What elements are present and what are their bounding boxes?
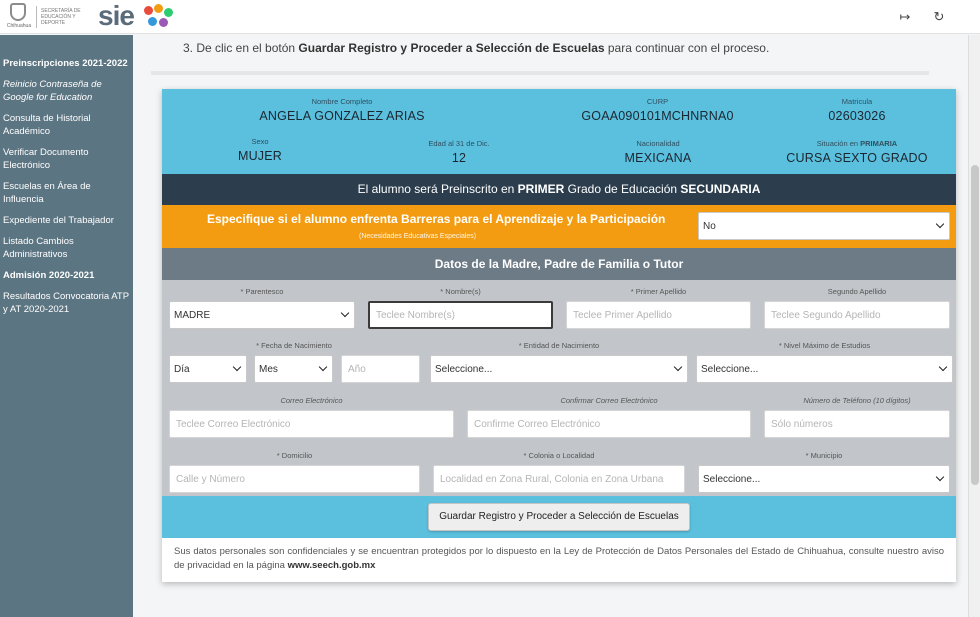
sidebar-item-preinscripciones[interactable]: Preinscripciones 2021-2022 [0,55,133,72]
dia-select[interactable]: Día [169,355,247,383]
sidebar: Preinscripciones 2021-2022 Reinicio Cont… [0,35,133,617]
telefono-label: Número de Teléfono (10 dígitos) [803,396,911,405]
chevron-down-icon [318,362,328,372]
segundo-apellido-input[interactable]: Teclee Segundo Apellido [764,301,950,329]
secretaria-logo-text: SECRETARÍA DE EDUCACIÓN Y DEPORTE [41,8,81,26]
student-sexo-field: Sexo MUJER [237,137,283,163]
sidebar-item-verificar-documento[interactable]: Verificar Documento Electrónico [0,144,133,174]
colonia-input[interactable]: Localidad en Zona Rural, Colonia en Zona… [433,465,685,493]
sidebar-item-admision[interactable]: Admisión 2020-2021 [0,267,133,284]
anio-input[interactable]: Año [341,355,420,383]
sidebar-item-expediente[interactable]: Expediente del Trabajador [0,212,133,229]
entidad-nacimiento-label: * Entidad de Nacimiento [518,341,600,350]
registration-card: Nombre Completo ANGELA GONZALEZ ARIAS CU… [162,89,956,582]
primer-apellido-label: * Primer Apellido [630,287,687,296]
exit-icon[interactable]: ↦ [896,8,914,26]
action-bar: Guardar Registro y Proceder a Selección … [162,496,956,538]
sie-logo-dots-icon [140,4,176,30]
student-curp-field: CURP GOAA090101MCHNRNA0 [581,97,734,123]
instruction-text: 3. De clic en el botón Guardar Registro … [183,41,770,55]
nivel-estudios-label: * Nivel Máximo de Estudios [778,341,871,350]
segundo-apellido-label: Segundo Apellido [827,287,887,296]
sidebar-item-reinicio-contrasena[interactable]: Reinicio Contraseña de Google for Educat… [0,76,133,106]
student-name-field: Nombre Completo ANGELA GONZALEZ ARIAS [259,97,425,123]
parentesco-select[interactable]: MADRE [169,301,355,329]
sidebar-item-resultados-convocatoria[interactable]: Resultados Convocatoria ATP y AT 2020-20… [0,288,133,318]
student-matricula-field: Matricula 02603026 [828,97,886,123]
domicilio-input[interactable]: Calle y Número [169,465,420,493]
student-nacionalidad-field: Nacionalidad MEXICANA [624,139,692,165]
correo-label: Correo Electrónico [280,396,343,405]
student-situacion-field: Situación en PRIMARIA CURSA SEXTO GRADO [786,139,928,165]
sidebar-item-escuelas-area[interactable]: Escuelas en Área de Influencia [0,178,133,208]
student-edad-field: Edad al 31 de Dic. 12 [428,139,490,165]
chevron-down-icon [340,308,350,318]
domicilio-label: * Domicilio [276,451,313,460]
parent-section: Datos de la Madre, Padre de Familia o Tu… [162,248,956,496]
confirmar-correo-input[interactable]: Confirme Correo Electrónico [467,410,751,438]
parentesco-label: * Parentesco [240,287,284,296]
barriers-title: Especifique si el alumno enfrenta Barrer… [207,212,666,226]
divider [151,71,929,75]
barriers-subtitle: (Necesidades Educativas Especiales) [359,233,477,240]
barriers-select[interactable]: No [698,212,950,240]
chevron-down-icon [938,362,948,372]
barriers-section: Especifique si el alumno enfrenta Barrer… [162,205,956,248]
top-bar: Chihuahua SECRETARÍA DE EDUCACIÓN Y DEPO… [0,0,980,34]
chevron-down-icon [673,362,683,372]
chevron-down-icon [232,362,242,372]
privacy-notice: Sus datos personales son confidenciales … [162,538,956,582]
scroll-thumb[interactable] [971,165,979,485]
fecha-nacimiento-label: * Fecha de Nacimiento [256,341,332,350]
shield-icon [10,3,26,21]
sidebar-item-historial-academico[interactable]: Consulta de Historial Académico [0,110,133,140]
colonia-label: * Colonia o Localidad [523,451,595,460]
sidebar-item-cambios-administrativos[interactable]: Listado Cambios Administrativos [0,233,133,263]
page-scrollbar[interactable] [968,35,980,617]
mes-select[interactable]: Mes [254,355,333,383]
nivel-estudios-select[interactable]: Seleccione... [696,355,953,383]
correo-input[interactable]: Teclee Correo Electrónico [169,410,454,438]
privacy-link[interactable]: www.seech.gob.mx [288,560,376,571]
sie-logo: sie [98,0,135,31]
primer-apellido-input[interactable]: Teclee Primer Apellido [566,301,751,329]
municipio-select[interactable]: Seleccione... [698,465,950,493]
refresh-icon[interactable]: ↻ [930,8,948,26]
grade-banner: El alumno será Preinscrito en PRIMER Gra… [162,174,956,205]
telefono-input[interactable]: Sólo números [764,410,950,438]
save-and-select-schools-button[interactable]: Guardar Registro y Proceder a Selección … [428,503,690,531]
student-info: Nombre Completo ANGELA GONZALEZ ARIAS CU… [162,89,956,174]
chevron-down-icon [935,219,945,229]
chihuahua-logo: Chihuahua [4,3,32,31]
parent-section-heading: Datos de la Madre, Padre de Familia o Tu… [162,248,956,280]
entidad-nacimiento-select[interactable]: Seleccione... [430,355,688,383]
municipio-label: * Municipio [805,451,843,460]
chevron-down-icon [935,472,945,482]
nombre-label: * Nombre(s) [440,287,481,296]
logo-divider [36,6,37,28]
nombre-input[interactable]: Teclee Nombre(s) [368,301,553,329]
confirmar-correo-label: Confirmar Correo Electrónico [560,396,658,405]
